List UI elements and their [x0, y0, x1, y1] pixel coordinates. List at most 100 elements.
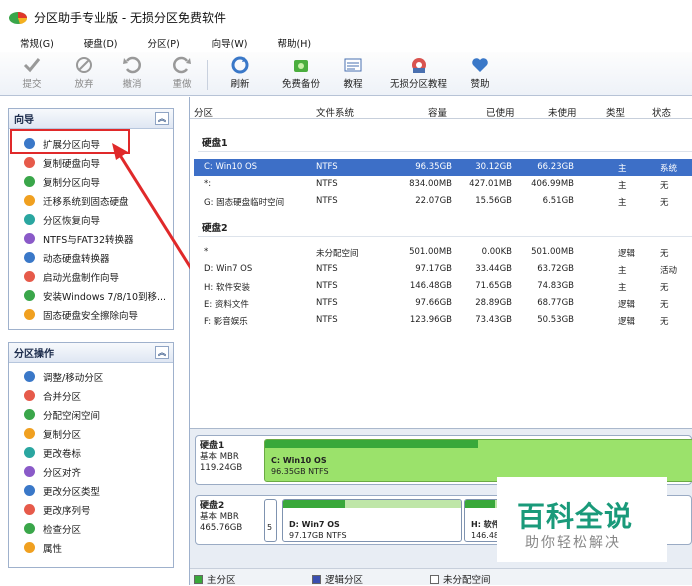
table-cell: NTFS: [316, 179, 338, 189]
window-title: 分区助手专业版 - 无损分区免费软件: [34, 10, 226, 25]
menu-wizard[interactable]: 向导(W): [212, 36, 248, 50]
usage-bar: [265, 440, 478, 448]
column-filesystem[interactable]: 文件系统: [316, 105, 354, 119]
table-cell: 28.89GB: [475, 298, 512, 308]
undo-button[interactable]: 撤消: [122, 52, 142, 96]
ops-item-icon: [24, 542, 35, 553]
wizard-item[interactable]: 固态硬盘安全擦除向导: [9, 305, 173, 324]
table-cell: 123.96GB: [409, 315, 452, 325]
ops-item-icon: [24, 466, 35, 477]
ops-item[interactable]: 复制分区: [9, 424, 173, 443]
table-cell: 33.44GB: [475, 264, 512, 274]
watermark-title: 百科全说: [517, 500, 634, 533]
ops-item-label: 属性: [43, 543, 63, 555]
menu-help[interactable]: 帮助(H): [277, 36, 311, 50]
ops-item-icon: [24, 428, 35, 439]
partition-block-d[interactable]: D: Win7 OS 97.17GB NTFS: [282, 499, 462, 542]
table-row[interactable]: F: 影音娱乐 NTFS 123.96GB 73.43GB 50.53GB 逻辑 无: [194, 312, 692, 329]
usage-bar: [465, 500, 495, 508]
partition-tutorial-button[interactable]: 无损分区教程: [390, 52, 447, 96]
ops-item[interactable]: 更改卷标: [9, 443, 173, 462]
table-cell: 逻辑: [618, 300, 636, 310]
ops-item-label: 更改分区类型: [43, 486, 101, 498]
free-backup-button[interactable]: 免费备份: [282, 52, 320, 96]
wizard-item[interactable]: 迁移系统到固态硬盘: [9, 191, 173, 210]
table-row[interactable]: H: 软件安装 NTFS 146.48GB 71.65GB 74.83GB 主 无: [194, 278, 692, 295]
menu-partition[interactable]: 分区(P): [148, 36, 180, 50]
submit-button[interactable]: 提交: [22, 52, 42, 96]
redo-button[interactable]: 重做: [172, 52, 192, 96]
wizard-item[interactable]: 复制分区向导: [9, 172, 173, 191]
table-cell: 无: [660, 300, 669, 310]
collapse-icon[interactable]: ︽: [155, 112, 169, 125]
disk-group-header: 硬盘1: [202, 138, 228, 149]
table-cell: 22.07GB: [415, 196, 452, 206]
wizard-item-icon: [24, 252, 35, 263]
ops-item-icon: [24, 485, 35, 496]
refresh-button[interactable]: 刷新: [230, 52, 250, 96]
ops-item[interactable]: 合并分区: [9, 386, 173, 405]
ops-item[interactable]: 分配空闲空间: [9, 405, 173, 424]
sponsor-button[interactable]: 赞助: [470, 52, 490, 96]
wizard-item[interactable]: NTFS与FAT32转换器: [9, 229, 173, 248]
table-cell: 活动: [660, 266, 678, 276]
table-cell: 6.51GB: [542, 196, 574, 206]
highlight-box: [10, 129, 130, 154]
usage-bar: [283, 500, 345, 508]
tutorial-button[interactable]: 教程: [343, 52, 363, 96]
ops-item[interactable]: 分区对齐: [9, 462, 173, 481]
table-cell: 系统: [660, 164, 678, 174]
table-cell: 146.48GB: [409, 281, 452, 291]
table-cell: 97.66GB: [415, 298, 452, 308]
table-cell: 97.17GB: [415, 264, 452, 274]
ops-item[interactable]: 属性: [9, 538, 173, 557]
table-row[interactable]: E: 资料文件 NTFS 97.66GB 28.89GB 68.77GB 逻辑 无: [194, 295, 692, 312]
wizard-item[interactable]: 动态硬盘转换器: [9, 248, 173, 267]
collapse-icon[interactable]: ︽: [155, 346, 169, 359]
ops-item[interactable]: 检查分区: [9, 519, 173, 538]
table-cell: 501.00MB: [409, 247, 452, 257]
wizard-panel-header: 向导 ︽: [9, 109, 173, 129]
table-cell: NTFS: [316, 196, 338, 206]
table-cell: 主: [618, 164, 627, 174]
table-cell: 主: [618, 181, 627, 191]
column-partition[interactable]: 分区: [194, 105, 213, 119]
left-sidebar: 向导 ︽ 扩展分区向导 复制硬盘向导 复制分区向导 迁移系统到固态硬盘 分区恢复向导 NTF…: [0, 97, 190, 585]
wizard-panel-title: 向导: [14, 115, 34, 126]
ops-item[interactable]: 更改分区类型: [9, 481, 173, 500]
watermark-subtitle: 助你轻松解决: [525, 535, 621, 551]
title-bar: 分区助手专业版 - 无损分区免费软件: [0, 0, 692, 34]
ops-item[interactable]: 调整/移动分区: [9, 367, 173, 386]
wizard-item-label: 安装Windows 7/8/10到移...: [43, 291, 167, 303]
table-cell: NTFS: [316, 162, 338, 172]
table-cell: 68.77GB: [537, 298, 574, 308]
table-cell: C: Win10 OS: [204, 162, 258, 172]
column-status[interactable]: 状态: [652, 105, 671, 119]
ops-item[interactable]: 更改序列号: [9, 500, 173, 519]
table-row[interactable]: *: NTFS 834.00MB 427.01MB 406.99MB 主 无: [194, 176, 692, 193]
table-cell: F: 影音娱乐: [204, 317, 248, 327]
wizard-item[interactable]: 安装Windows 7/8/10到移...: [9, 286, 173, 305]
table-row[interactable]: G: 固态硬盘临时空间 NTFS 22.07GB 15.56GB 6.51GB 主 无: [194, 193, 692, 210]
column-capacity[interactable]: 容量: [428, 105, 447, 119]
discard-button[interactable]: 放弃: [74, 52, 94, 96]
partition-block-c[interactable]: C: Win10 OS 96.35GB NTFS: [264, 439, 692, 482]
wizard-item-label: 分区恢复向导: [43, 215, 101, 227]
wizard-item-icon: [24, 233, 35, 244]
column-type[interactable]: 类型: [606, 105, 625, 119]
wizard-item[interactable]: 分区恢复向导: [9, 210, 173, 229]
refresh-icon: [231, 56, 249, 74]
table-row[interactable]: * 未分配空间 501.00MB 0.00KB 501.00MB 逻辑 无: [194, 244, 692, 261]
tutorial-icon: [344, 58, 362, 72]
table-row[interactable]: D: Win7 OS NTFS 97.17GB 33.44GB 63.72GB 主 活动: [194, 261, 692, 278]
ops-item-label: 复制分区: [43, 429, 82, 441]
column-unused[interactable]: 未使用: [548, 105, 577, 119]
menu-general[interactable]: 常规(G): [20, 36, 54, 50]
wizard-item[interactable]: 复制硬盘向导: [9, 153, 173, 172]
column-used[interactable]: 已使用: [486, 105, 515, 119]
table-cell: 未分配空间: [316, 249, 359, 259]
partition-block-unallocated[interactable]: 5: [264, 499, 277, 542]
wizard-item[interactable]: 启动光盘制作向导: [9, 267, 173, 286]
menu-disk[interactable]: 硬盘(D): [84, 36, 118, 50]
table-row[interactable]: C: Win10 OS NTFS 96.35GB 30.12GB 66.23GB 主 系统: [194, 159, 692, 176]
